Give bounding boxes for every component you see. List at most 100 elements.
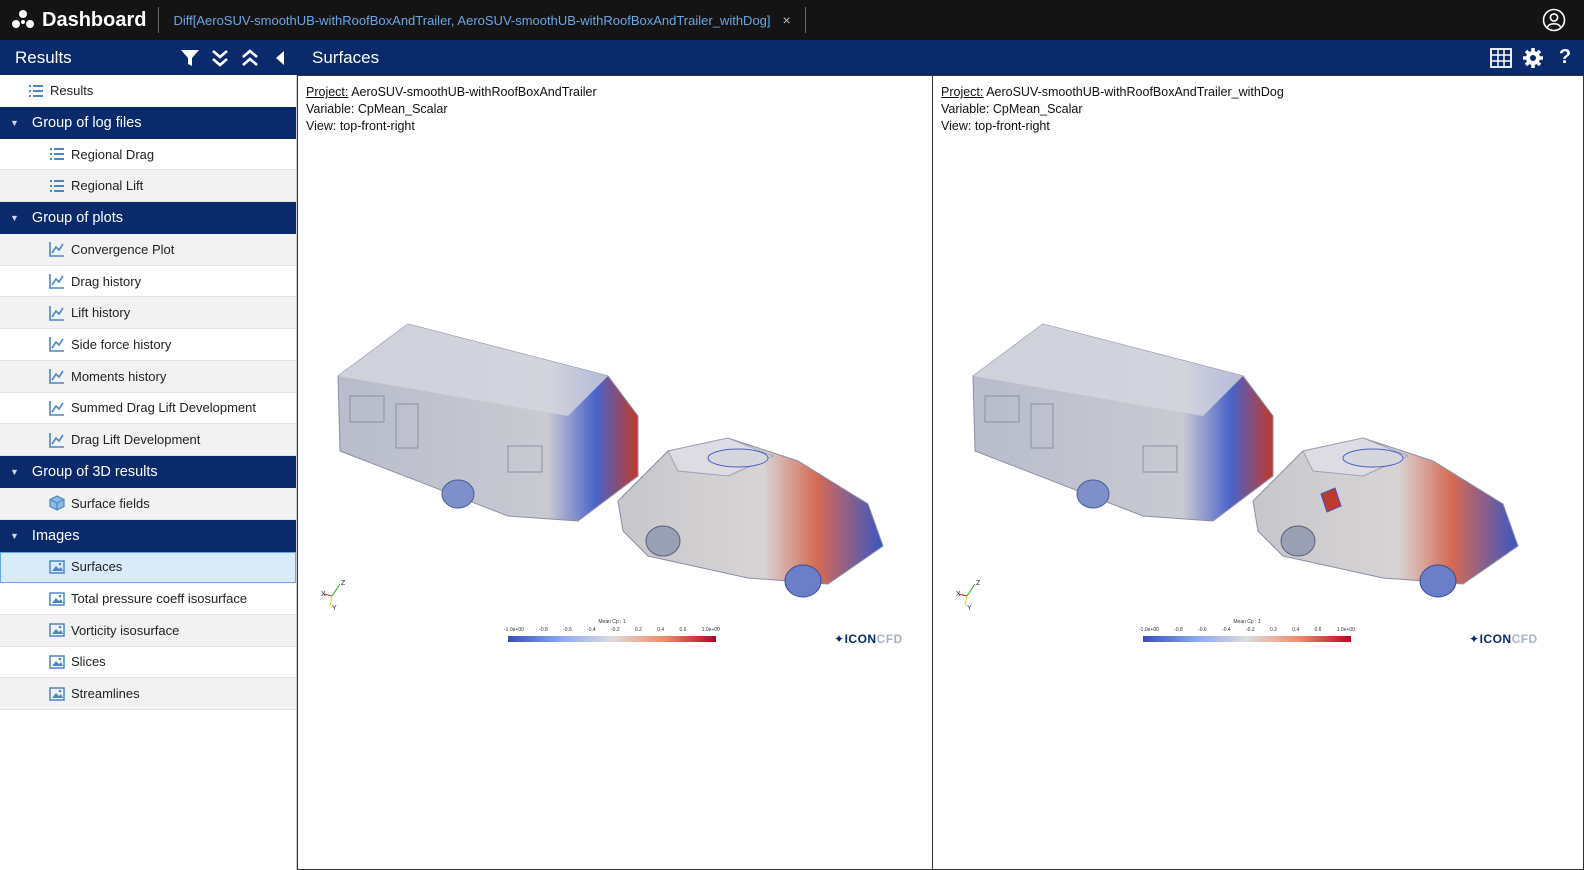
- grid-icon: [1490, 47, 1512, 68]
- settings-button[interactable]: [1522, 47, 1544, 69]
- line-chart-icon: [49, 305, 64, 321]
- sidebar-item-label: Surfaces: [71, 559, 123, 575]
- group-label: Group of log files: [31, 114, 142, 131]
- svg-text:Y: Y: [332, 605, 337, 612]
- list-icon: [50, 179, 64, 192]
- orientation-axes: Z X Y: [956, 580, 981, 612]
- legend-tick: -0.4: [1222, 627, 1231, 633]
- legend-ticks: -1.0e+00 -0.8 -0.6 -0.4 -0.2 0.2 0.4 0.6…: [504, 627, 720, 633]
- caret-down-icon[interactable]: ▼: [10, 118, 19, 128]
- tab-diff[interactable]: Diff[AeroSUV-smoothUB-withRoofBoxAndTrai…: [159, 0, 804, 40]
- sidebar-item-drag-lift-development[interactable]: Drag Lift Development: [0, 424, 296, 456]
- sidebar-item-label: Streamlines: [71, 686, 140, 702]
- help-button[interactable]: ?: [1554, 46, 1576, 69]
- caret-left-icon: [276, 50, 284, 65]
- group-label: Group of plots: [31, 210, 123, 227]
- legend-tick: 0.2: [1269, 627, 1277, 633]
- sidebar-item-regional-drag[interactable]: Regional Drag: [0, 138, 296, 171]
- project-name: AeroSUV-smoothUB-withRoofBoxAndTrailer: [351, 85, 597, 99]
- results-header: Results: [0, 40, 297, 75]
- logo-text: ICON: [1479, 632, 1512, 646]
- sidebar-item-streamlines[interactable]: Streamlines: [0, 678, 296, 710]
- filter-icon: [181, 49, 199, 66]
- chevrons-up-icon: [242, 48, 258, 66]
- colorbar-legend: Mean Cp : 1 -1.0e+00 -0.8 -0.6 -0.4 -0.2…: [1139, 619, 1355, 648]
- molecule-icon: [12, 10, 34, 28]
- sidebar-item-regional-lift[interactable]: Regional Lift: [0, 170, 296, 203]
- sidebar-item-total-pressure-isosurface[interactable]: Total pressure coeff isosurface: [0, 583, 296, 615]
- legend-title: Mean Cp : 1: [598, 619, 626, 625]
- sidebar-item-surface-fields[interactable]: Surface fields: [0, 487, 296, 520]
- user-account-icon[interactable]: [1542, 8, 1566, 32]
- results-sidebar: Results ▼ Group of log files Regional Dr…: [0, 75, 297, 870]
- group-3d-results[interactable]: ▼ Group of 3D results: [0, 455, 296, 488]
- sidebar-item-surfaces[interactable]: Surfaces: [0, 551, 296, 584]
- sidebar-item-vorticity-isosurface[interactable]: Vorticity isosurface: [0, 614, 296, 647]
- group-plots[interactable]: ▼ Group of plots: [0, 202, 296, 235]
- view-label: View: top-front-right: [306, 119, 415, 133]
- collapse-all-button[interactable]: [239, 47, 261, 69]
- group-images[interactable]: ▼ Images: [0, 519, 296, 552]
- group-log-files[interactable]: ▼ Group of log files: [0, 106, 296, 139]
- icon-cfd-logo: ✦ICONCFD: [1469, 632, 1538, 646]
- svg-text:X: X: [956, 591, 961, 598]
- caret-down-icon[interactable]: ▼: [10, 467, 19, 477]
- close-icon[interactable]: ×: [783, 12, 791, 28]
- page-title: Surfaces: [312, 47, 380, 67]
- suv-trailer-render: [337, 323, 884, 598]
- sidebar-root-results[interactable]: Results: [0, 75, 296, 107]
- legend-tick: -0.8: [539, 627, 548, 633]
- gear-icon: [1523, 47, 1543, 68]
- sidebar-item-label: Total pressure coeff isosurface: [71, 591, 248, 607]
- filter-button[interactable]: [179, 47, 201, 69]
- sidebar-item-label: Convergence Plot: [71, 241, 175, 257]
- variable-label: Variable: CpMean_Scalar: [306, 102, 448, 116]
- legend-tick: -0.6: [1198, 627, 1207, 633]
- dashboard-logo[interactable]: Dashboard: [0, 0, 146, 40]
- divider: [804, 7, 806, 33]
- tab-label[interactable]: Diff[AeroSUV-smoothUB-withRoofBoxAndTrai…: [173, 13, 770, 28]
- svg-text:Y: Y: [967, 605, 972, 612]
- help-icon: ?: [1558, 46, 1572, 68]
- panel-metadata: Project: AeroSUV-smoothUB-withRoofBoxAnd…: [306, 84, 597, 135]
- sidebar-item-label: Results: [50, 83, 94, 99]
- sidebar-item-label: Drag history: [71, 273, 142, 289]
- line-chart-icon: [49, 369, 64, 384]
- cube-icon: [49, 495, 65, 511]
- colorbar-legend: Mean Cp : 1 -1.0e+00 -0.8 -0.6 -0.4 -0.2…: [504, 619, 720, 648]
- legend-tick: -1.0e+00: [504, 627, 524, 633]
- sidebar-item-summed-drag-lift-development[interactable]: Summed Drag Lift Development: [0, 392, 296, 425]
- grid-view-button[interactable]: [1490, 47, 1512, 69]
- image-panel-right: Project: AeroSUV-smoothUB-withRoofBoxAnd…: [932, 75, 1584, 870]
- svg-text:X: X: [321, 591, 326, 598]
- colorbar: [1143, 636, 1351, 642]
- sidebar-item-moments-history[interactable]: Moments history: [0, 360, 296, 393]
- sidebar-item-slices[interactable]: Slices: [0, 646, 296, 679]
- sidebar-item-convergence-plot[interactable]: Convergence Plot: [0, 234, 296, 266]
- sidebar-item-side-force-history[interactable]: Side force history: [0, 329, 296, 361]
- legend-title: Mean Cp : 1: [1233, 619, 1261, 625]
- project-label: Project:: [306, 85, 349, 99]
- image-icon: [49, 686, 65, 701]
- line-chart-icon: [49, 337, 64, 353]
- svg-text:Z: Z: [341, 580, 346, 587]
- sidebar-item-lift-history[interactable]: Lift history: [0, 297, 296, 330]
- legend-tick: 1.0e+00: [701, 627, 720, 633]
- logo-text-cfd: CFD: [876, 632, 903, 646]
- group-label: Group of 3D results: [31, 463, 158, 480]
- legend-tick: -0.2: [1246, 627, 1255, 633]
- logo-text: ICON: [844, 632, 877, 646]
- expand-all-button[interactable]: [209, 47, 231, 69]
- project-name: AeroSUV-smoothUB-withRoofBoxAndTrailer_w…: [986, 85, 1284, 99]
- caret-down-icon[interactable]: ▼: [10, 213, 19, 223]
- caret-down-icon[interactable]: ▼: [10, 531, 19, 541]
- chevrons-down-icon: [212, 49, 228, 67]
- sidebar-item-label: Drag Lift Development: [71, 432, 201, 448]
- line-chart-icon: [49, 432, 64, 448]
- sidebar-item-label: Side force history: [71, 336, 172, 352]
- collapse-sidebar-button[interactable]: [269, 47, 291, 69]
- sidebar-item-drag-history[interactable]: Drag history: [0, 265, 296, 298]
- legend-tick: -1.0e+00: [1139, 627, 1159, 633]
- list-icon: [50, 148, 64, 161]
- orientation-axes: Z X Y: [321, 580, 346, 612]
